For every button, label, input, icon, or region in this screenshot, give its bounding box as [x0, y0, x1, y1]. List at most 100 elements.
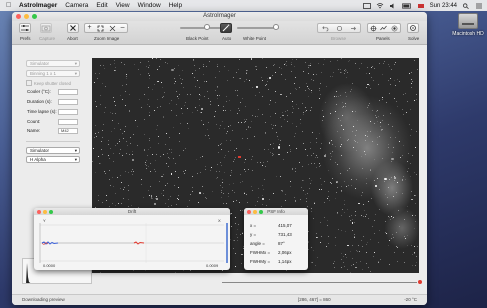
- drift-graph-icon[interactable]: [380, 25, 388, 32]
- count-input[interactable]: [58, 119, 78, 125]
- zoom-actual-icon[interactable]: [109, 25, 116, 32]
- star: [366, 251, 367, 253]
- noise-speckle: [272, 154, 274, 155]
- zoom-out-icon[interactable]: –: [121, 24, 125, 32]
- psf-minimize-button[interactable]: [253, 209, 257, 214]
- cycle-icon[interactable]: [336, 25, 343, 32]
- star: [154, 109, 155, 111]
- noise-speckle: [128, 206, 129, 207]
- psf-zoom-button[interactable]: [259, 209, 263, 214]
- binning-select[interactable]: Binning 1 x 1: [26, 70, 80, 77]
- volume-icon[interactable]: [389, 3, 397, 9]
- star: [396, 181, 398, 183]
- menu-window[interactable]: Window: [138, 2, 161, 9]
- noise-speckle: [194, 86, 196, 87]
- noise-speckle: [125, 78, 127, 79]
- noise-speckle: [157, 142, 159, 144]
- noise-speckle: [218, 127, 220, 129]
- star: [239, 101, 241, 103]
- noise-speckle: [339, 137, 341, 138]
- star: [401, 179, 403, 182]
- drift-zoom-button[interactable]: [49, 209, 53, 214]
- battery-icon[interactable]: [401, 2, 412, 9]
- forward-icon[interactable]: [350, 25, 357, 32]
- noise-speckle: [226, 96, 227, 97]
- noise-speckle: [95, 101, 96, 102]
- camera-select[interactable]: Simulator: [26, 60, 80, 67]
- noise-speckle: [301, 102, 303, 104]
- filter-wheel-select[interactable]: Simulator: [26, 147, 80, 154]
- frame-scrollbar[interactable]: [222, 280, 422, 284]
- noise-speckle: [334, 244, 336, 246]
- black-point-knob[interactable]: [204, 24, 210, 30]
- flag-icon[interactable]: [417, 3, 425, 9]
- notification-center-icon[interactable]: [475, 3, 483, 9]
- star: [102, 129, 104, 131]
- noise-speckle: [318, 62, 319, 64]
- noise-speckle: [381, 119, 383, 121]
- star: [320, 236, 322, 237]
- abort-button[interactable]: [67, 23, 79, 33]
- menu-clock[interactable]: Sun 23:44: [430, 3, 457, 9]
- noise-speckle: [351, 82, 353, 84]
- white-point-knob[interactable]: [273, 24, 279, 30]
- timelapse-input[interactable]: [58, 109, 78, 115]
- menu-edit[interactable]: Edit: [96, 2, 107, 9]
- star: [354, 210, 356, 212]
- noise-speckle: [251, 190, 253, 191]
- star-profile-icon[interactable]: [391, 25, 398, 32]
- solve-button[interactable]: [407, 23, 419, 33]
- black-point-slider[interactable]: [180, 27, 222, 29]
- noise-speckle: [204, 96, 205, 97]
- psf-close-button[interactable]: [247, 209, 251, 214]
- zoom-fit-icon[interactable]: [97, 25, 104, 32]
- star: [97, 77, 98, 79]
- noise-speckle: [261, 185, 263, 186]
- noise-speckle: [206, 129, 208, 130]
- spotlight-search-icon[interactable]: [462, 2, 470, 9]
- zoom-in-icon[interactable]: +: [88, 24, 92, 32]
- drift-minimize-button[interactable]: [43, 209, 47, 214]
- keep-shutter-checkbox[interactable]: Keep shutter closed: [26, 80, 71, 86]
- noise-speckle: [266, 81, 268, 82]
- menu-view[interactable]: View: [116, 2, 130, 9]
- star: [344, 102, 346, 104]
- guide-star-marker[interactable]: [238, 156, 241, 158]
- noise-speckle: [351, 265, 352, 266]
- desktop-hard-drive[interactable]: Macintosh HD: [452, 13, 484, 47]
- target-icon[interactable]: [370, 25, 377, 32]
- duration-input[interactable]: [58, 99, 78, 105]
- menu-camera[interactable]: Camera: [65, 2, 88, 9]
- star: [246, 72, 248, 74]
- wifi-icon[interactable]: [376, 2, 384, 9]
- star: [319, 189, 321, 190]
- noise-speckle: [315, 232, 317, 234]
- window-zoom-button[interactable]: [32, 14, 37, 19]
- star: [266, 83, 268, 85]
- noise-speckle: [392, 236, 394, 238]
- scroll-end-marker[interactable]: [418, 280, 422, 284]
- window-close-button[interactable]: [16, 14, 21, 19]
- auto-button[interactable]: [220, 23, 232, 33]
- prefs-button[interactable]: [19, 23, 31, 33]
- star: [207, 98, 209, 99]
- undo-icon[interactable]: [321, 25, 329, 32]
- capture-button[interactable]: [40, 23, 52, 33]
- noise-speckle: [360, 240, 362, 241]
- noise-speckle: [144, 119, 145, 120]
- window-minimize-button[interactable]: [24, 14, 29, 19]
- menu-app[interactable]: AstroImager: [19, 2, 57, 9]
- drift-close-button[interactable]: [37, 209, 41, 214]
- noise-speckle: [239, 182, 241, 183]
- noise-speckle: [149, 112, 150, 113]
- cooler-input[interactable]: [58, 89, 78, 95]
- noise-speckle: [221, 142, 222, 144]
- menu-extra-icon[interactable]: [362, 2, 371, 9]
- hard-drive-label: Macintosh HD: [452, 31, 484, 37]
- noise-speckle: [131, 204, 132, 206]
- apple-menu-icon[interactable]: : [6, 2, 13, 9]
- filter-select[interactable]: H Alpha: [26, 156, 80, 163]
- noise-speckle: [413, 60, 415, 61]
- menu-help[interactable]: Help: [169, 2, 182, 9]
- name-input[interactable]: M42: [58, 128, 78, 134]
